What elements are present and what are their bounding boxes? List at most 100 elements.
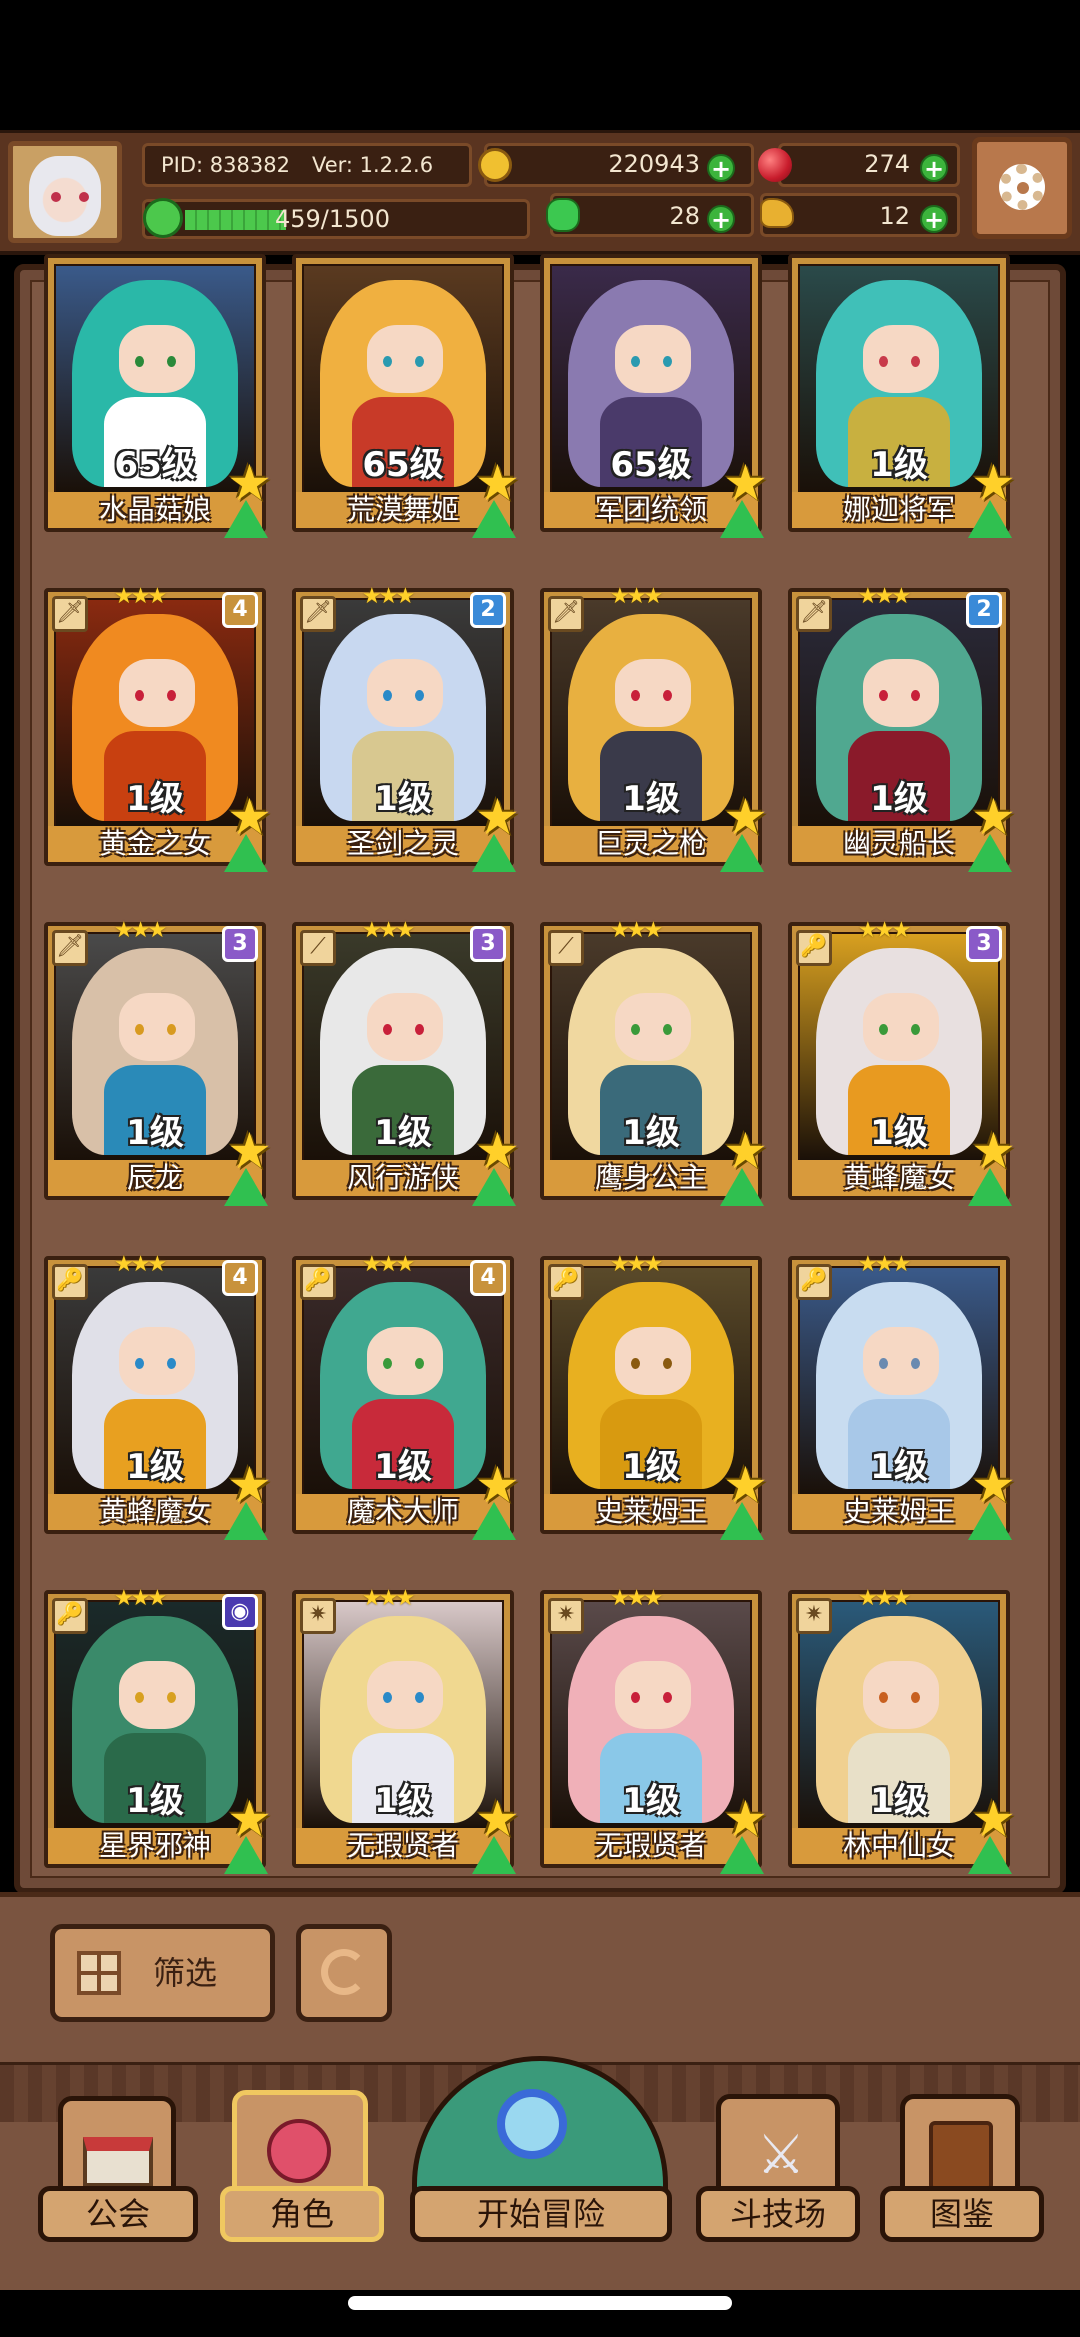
tier-badge: 3: [222, 926, 258, 962]
crossed-swords-icon: ⚔: [756, 2123, 806, 2186]
upgrade-arrow-icon: [968, 500, 1012, 538]
upgrade-arrow-icon: [968, 834, 1012, 872]
nav-guild[interactable]: 公会: [38, 2186, 198, 2242]
rarity-stars: ★★★: [858, 1586, 911, 1611]
character-card[interactable]: 65级 军团统领 ★: [540, 254, 768, 538]
player-avatar[interactable]: [8, 141, 122, 243]
weapon-type-icon: ✷: [300, 1598, 336, 1634]
nav-character[interactable]: 角色: [220, 2186, 384, 2242]
character-card[interactable]: ★★★ 1级 星界邪神 ★ 🔑 ◉: [44, 1586, 272, 1874]
character-card[interactable]: 65级 水晶菇娘 ★: [44, 254, 272, 538]
avatar-eye: [79, 192, 89, 202]
tier-badge: 3: [966, 926, 1002, 962]
upgrade-arrow-icon: [720, 1836, 764, 1874]
top-header: PID: 838382 Ver: 1.2.2.6 459/1500: [0, 130, 1080, 255]
clover-amount: 28: [669, 202, 700, 230]
key-amount: 12: [879, 202, 910, 230]
character-card[interactable]: ★★★ 1级 黄蜂魔女 ★ 🔑 3: [788, 918, 1016, 1206]
weapon-type-icon: 🗡: [300, 596, 336, 632]
character-card[interactable]: ★★★ 1级 幽灵船长 ★ 🗡 2: [788, 584, 1016, 872]
xp-icon: [143, 198, 183, 238]
character-grid-area[interactable]: 65级 水晶菇娘 ★ 65级 荒漠舞姬 ★ 65级 军团统领 ★ 1级 娜迦将军 ★ ★★★ 1级 黄金之女…: [30, 254, 1050, 1878]
weapon-type-icon: 🔑: [548, 1264, 584, 1300]
tier-badge: 2: [966, 592, 1002, 628]
character-card[interactable]: ★★★ 1级 无瑕贤者 ★ ✷: [292, 1586, 520, 1874]
portrait-face: [119, 324, 195, 393]
weapon-type-icon: 🗡: [52, 596, 88, 632]
add-gem-button[interactable]: +: [920, 154, 948, 182]
character-panel: 65级 水晶菇娘 ★ 65级 荒漠舞姬 ★ 65级 军团统领 ★ 1级 娜迦将军 ★ ★★★ 1级 黄金之女…: [14, 254, 1066, 1894]
add-key-button[interactable]: +: [920, 205, 948, 233]
character-card[interactable]: ★★★ 1级 圣剑之灵 ★ 🗡 2: [292, 584, 520, 872]
character-card[interactable]: ★★★ 1级 无瑕贤者 ★ ✷: [540, 1586, 768, 1874]
character-card[interactable]: ★★★ 1级 魔术大师 ★ 🔑 4: [292, 1252, 520, 1540]
weapon-type-icon: 🔑: [796, 930, 832, 966]
character-card[interactable]: ★★★ 1级 风行游侠 ★ ⟋ 3: [292, 918, 520, 1206]
portrait-face: [367, 658, 443, 727]
add-gold-button[interactable]: +: [707, 154, 735, 182]
weapon-type-icon: 🔑: [52, 1264, 88, 1300]
filter-label: 筛选: [153, 1954, 218, 1992]
settings-button[interactable]: [972, 137, 1072, 239]
nav-codex[interactable]: 图鉴: [880, 2186, 1044, 2242]
weapon-type-icon: 🔑: [52, 1598, 88, 1634]
upgrade-arrow-icon: [720, 1502, 764, 1540]
portrait-face: [615, 1326, 691, 1395]
character-card[interactable]: ★★★ 1级 史莱姆王 ★ 🔑: [540, 1252, 768, 1540]
character-card[interactable]: ★★★ 1级 巨灵之枪 ★ 🗡: [540, 584, 768, 872]
rarity-stars: ★★★: [114, 584, 167, 609]
upgrade-arrow-icon: [720, 834, 764, 872]
rarity-stars: ★★★: [858, 1252, 911, 1277]
character-card[interactable]: ★★★ 1级 史莱姆王 ★ 🔑: [788, 1252, 1016, 1540]
tier-badge: 4: [222, 592, 258, 628]
tier-badge: 4: [222, 1260, 258, 1296]
upgrade-arrow-icon: [472, 834, 516, 872]
rarity-stars: ★★★: [610, 918, 663, 943]
upgrade-arrow-icon: [224, 1168, 268, 1206]
guild-hall-icon: [83, 2137, 153, 2187]
upgrade-arrow-icon: [472, 500, 516, 538]
nav-arena[interactable]: 斗技场: [696, 2186, 860, 2242]
portrait-face: [863, 992, 939, 1061]
rarity-stars: ★★★: [610, 1586, 663, 1611]
rarity-stars: ★★★: [858, 918, 911, 943]
upgrade-arrow-icon: [472, 1836, 516, 1874]
portrait-face: [119, 1326, 195, 1395]
book-icon: [929, 2121, 993, 2191]
gem-icon: [758, 148, 792, 182]
portrait-face: [367, 324, 443, 393]
avatar-face: [29, 156, 101, 236]
rarity-stars: ★★★: [362, 918, 415, 943]
clover-icon: [546, 198, 580, 232]
tier-badge: 2: [470, 592, 506, 628]
portrait-face: [367, 1660, 443, 1729]
character-card[interactable]: ★★★ 1级 黄蜂魔女 ★ 🔑 4: [44, 1252, 272, 1540]
character-card[interactable]: ★★★ 1级 鹰身公主 ★ ⟋: [540, 918, 768, 1206]
rarity-stars: ★★★: [362, 584, 415, 609]
upgrade-arrow-icon: [224, 1836, 268, 1874]
character-card[interactable]: ★★★ 1级 黄金之女 ★ 🗡 4: [44, 584, 272, 872]
add-clover-button[interactable]: +: [707, 205, 735, 233]
upgrade-arrow-icon: [224, 834, 268, 872]
character-card[interactable]: 1级 娜迦将军 ★: [788, 254, 1016, 538]
portrait-face: [863, 658, 939, 727]
refresh-icon: [321, 1949, 367, 1995]
upgrade-arrow-icon: [224, 500, 268, 538]
nav-adventure[interactable]: 开始冒险: [410, 2186, 672, 2242]
character-card[interactable]: ★★★ 1级 辰龙 ★ 🗡 3: [44, 918, 272, 1206]
upgrade-arrow-icon: [224, 1502, 268, 1540]
filter-button[interactable]: 筛选: [50, 1924, 275, 2022]
refresh-button[interactable]: [296, 1924, 392, 2022]
map-search-icon: [497, 2089, 567, 2159]
portrait-face: [367, 1326, 443, 1395]
upgrade-arrow-icon: [472, 1168, 516, 1206]
upgrade-arrow-icon: [720, 500, 764, 538]
weapon-type-icon: ✷: [796, 1598, 832, 1634]
weapon-type-icon: 🔑: [796, 1264, 832, 1300]
portrait-face: [863, 324, 939, 393]
home-indicator[interactable]: [348, 2296, 732, 2310]
character-card[interactable]: 65级 荒漠舞姬 ★: [292, 254, 520, 538]
character-card[interactable]: ★★★ 1级 林中仙女 ★ ✷: [788, 1586, 1016, 1874]
game-version: Ver: 1.2.2.6: [311, 153, 434, 177]
tier-badge: 4: [470, 1260, 506, 1296]
